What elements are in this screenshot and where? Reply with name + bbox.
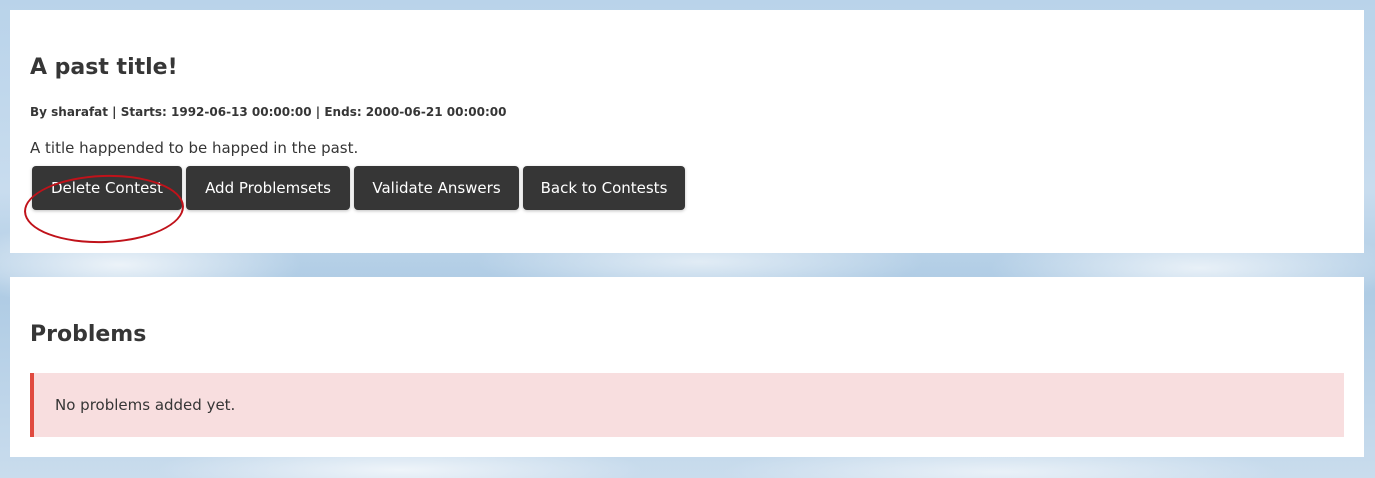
add-problemsets-button[interactable]: Add Problemsets [186, 166, 350, 210]
empty-problems-notice: No problems added yet. [30, 373, 1344, 437]
problems-card: Problems No problems added yet. [10, 277, 1364, 457]
contest-actions: Delete Contest Add Problemsets Validate … [30, 166, 1344, 210]
validate-answers-button[interactable]: Validate Answers [354, 166, 519, 210]
delete-contest-button[interactable]: Delete Contest [32, 166, 182, 210]
contest-meta: By sharafat | Starts: 1992-06-13 00:00:0… [30, 105, 507, 119]
contest-title: A past title! [30, 55, 178, 80]
back-to-contests-button[interactable]: Back to Contests [523, 166, 685, 210]
problems-title: Problems [30, 322, 147, 347]
contest-description: A title happended to be happed in the pa… [30, 139, 359, 157]
contest-card: A past title! By sharafat | Starts: 1992… [10, 10, 1364, 253]
